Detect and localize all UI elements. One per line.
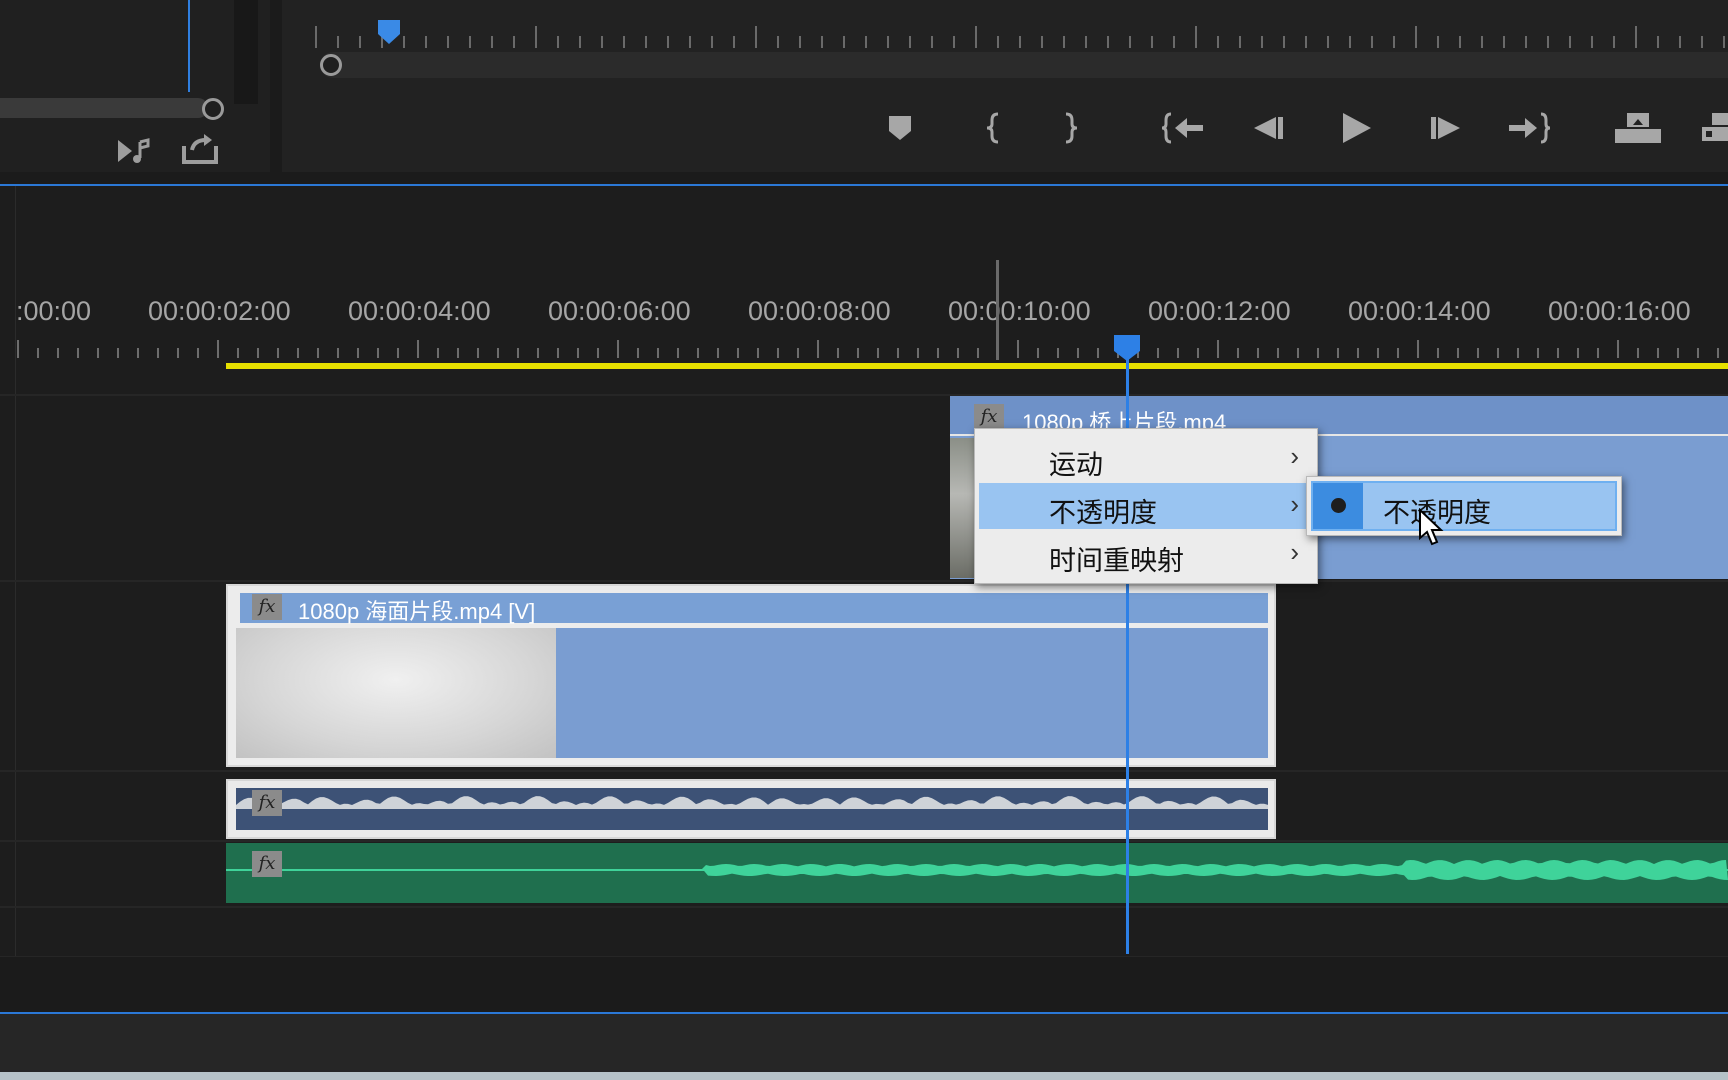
audio-clip-a1-body [236, 788, 1268, 830]
fx-badge[interactable]: fx [974, 404, 1004, 430]
chevron-right-icon: › [1290, 537, 1299, 567]
monitor-area [0, 0, 1728, 185]
go-to-out-icon [1509, 112, 1551, 144]
go-to-in-button[interactable] [1160, 108, 1206, 148]
video-clip-v2-thumbnail [950, 438, 974, 578]
step-back-button[interactable] [1248, 108, 1288, 148]
go-to-in-icon [1161, 112, 1203, 144]
audio-waveform [236, 796, 1268, 809]
program-zoom-scrollbar[interactable] [320, 52, 1728, 78]
menu-item-label: 时间重映射 [1049, 546, 1184, 576]
mark-in-icon [986, 112, 999, 144]
selected-dot-icon [1313, 483, 1363, 529]
play-button[interactable] [1336, 108, 1376, 148]
timecode-label: 00:00:02:00 [148, 296, 291, 326]
step-back-icon [1254, 117, 1283, 139]
audio-waveform [226, 860, 1728, 880]
track-divider [0, 840, 1728, 842]
fx-context-menu: 运动 › 不透明度 › 时间重映射 › [974, 428, 1318, 584]
play-icon [1343, 113, 1371, 143]
mark-in-button[interactable] [978, 108, 1008, 148]
opacity-submenu: 不透明度 [1306, 476, 1622, 536]
timecode-label: 00:00:10:00 [948, 296, 1091, 326]
step-forward-button[interactable] [1426, 108, 1466, 148]
mouse-cursor-icon [1419, 508, 1444, 546]
timecode-label: 00:00:12:00 [1148, 296, 1291, 326]
audio-clip-a2[interactable] [226, 843, 1728, 903]
lift-button[interactable] [1612, 108, 1664, 148]
program-playhead-icon[interactable] [376, 18, 402, 46]
program-zoom-handle[interactable] [320, 54, 342, 76]
work-area-bar[interactable] [226, 363, 1728, 369]
video-clip-v1-body [556, 628, 1268, 758]
bottom-panel [0, 1014, 1728, 1072]
source-playhead-line [188, 0, 190, 92]
fx-badge[interactable]: fx [252, 851, 282, 877]
timeline-scroll-area[interactable] [0, 956, 1728, 1012]
export-frame-button[interactable] [180, 134, 220, 170]
program-time-ruler[interactable] [312, 20, 1728, 54]
add-marker-button[interactable] [884, 108, 916, 148]
lift-icon [1615, 113, 1661, 143]
video-clip-v1-thumbnail [236, 628, 556, 758]
menu-item-label: 运动 [1049, 450, 1103, 480]
timecode-label: :00:00 [16, 296, 92, 326]
track-divider [0, 580, 1728, 582]
track-divider [0, 906, 1728, 908]
chevron-right-icon: › [1290, 489, 1299, 519]
mark-out-icon [1065, 112, 1078, 144]
step-forward-icon [1431, 117, 1460, 139]
timecode-label: 00:00:08:00 [748, 296, 891, 326]
submenu-item-opacity[interactable]: 不透明度 [1311, 481, 1617, 531]
fx-badge[interactable]: fx [252, 790, 282, 816]
extract-button[interactable] [1700, 108, 1728, 148]
menu-item-motion[interactable]: 运动 › [979, 435, 1315, 481]
menu-item-opacity[interactable]: 不透明度 › [979, 483, 1315, 529]
chevron-right-icon: › [1290, 441, 1299, 471]
mark-out-button[interactable] [1056, 108, 1086, 148]
timecode-label: 00:00:06:00 [548, 296, 691, 326]
marker-icon [889, 116, 911, 140]
timecode-label: 00:00:16:00 [1548, 296, 1691, 326]
window-edge [0, 1072, 1728, 1080]
source-panel-scrollbar[interactable] [234, 0, 258, 104]
play-audio-icon [118, 138, 150, 163]
fx-badge[interactable]: fx [252, 594, 282, 620]
track-divider [0, 770, 1728, 772]
playhead-icon[interactable] [1112, 333, 1142, 363]
timeline-time-ruler[interactable] [16, 338, 1728, 360]
clip-name: 1080p 海面片段.mp4 [V] [298, 599, 536, 624]
timecode-label: 00:00:14:00 [1348, 296, 1491, 326]
extract-icon [1702, 113, 1728, 141]
source-zoom-scrollbar[interactable] [0, 98, 208, 118]
go-to-out-button[interactable] [1506, 108, 1552, 148]
menu-item-label: 不透明度 [1049, 498, 1157, 528]
timecode-label: 00:00:04:00 [348, 296, 491, 326]
menu-item-time-remapping[interactable]: 时间重映射 › [979, 531, 1315, 577]
insert-audio-button[interactable] [114, 136, 154, 170]
export-icon [182, 134, 218, 164]
hover-time-indicator [996, 260, 999, 360]
source-zoom-handle[interactable] [202, 98, 224, 120]
